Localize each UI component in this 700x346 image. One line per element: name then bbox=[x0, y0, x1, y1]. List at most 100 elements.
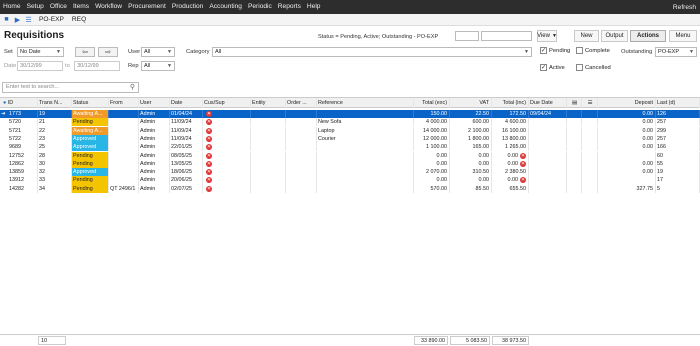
cross-icon: ✕ bbox=[206, 152, 212, 159]
menu-item-procurement[interactable]: Procurement bbox=[125, 0, 169, 14]
row-id: 13912 bbox=[9, 177, 24, 184]
cell-cus: ✕ bbox=[203, 176, 251, 185]
menu-item-items[interactable]: Items bbox=[70, 0, 92, 14]
set-select[interactable]: No Date ▼ bbox=[17, 47, 64, 57]
table-row[interactable]: 13859 32 Approved Admin 18/06/25 ✕ 2 070.00 310… bbox=[0, 168, 700, 177]
list-icon[interactable]: ☰ bbox=[24, 15, 33, 24]
cell-user: Admin bbox=[139, 151, 170, 160]
cell-deposit: 0.00 bbox=[598, 143, 656, 152]
status-summary: Status = Pending, Active; Outstanding - … bbox=[318, 34, 439, 40]
column-header-trans[interactable]: Trans N... bbox=[38, 98, 72, 108]
table-row[interactable]: 9689 25 Approved Admin 22/01/25 ✕ 1 100.00 165.… bbox=[0, 143, 700, 152]
column-header-inc[interactable]: Total (inc) bbox=[492, 98, 529, 108]
row-id: 5720 bbox=[9, 119, 21, 126]
set-label: Set bbox=[4, 49, 13, 55]
column-header-reference[interactable]: Reference bbox=[317, 98, 414, 108]
outstanding-select[interactable]: PO-EXP ▼ bbox=[655, 47, 697, 57]
cell-id: 5720 bbox=[0, 118, 38, 127]
menu-item-help[interactable]: Help bbox=[304, 0, 324, 14]
column-header-attachments[interactable]: ☰ bbox=[582, 98, 598, 108]
menu-item-accounting[interactable]: Accounting bbox=[206, 0, 245, 14]
column-header-from[interactable]: From bbox=[109, 98, 139, 108]
total-inc-value: 16 100.00 bbox=[502, 127, 526, 134]
category-select[interactable]: All ▼ bbox=[212, 47, 532, 57]
cell-reference bbox=[317, 143, 414, 152]
column-header-cus[interactable]: Cus/Sup bbox=[203, 98, 251, 108]
column-header-date[interactable]: Date bbox=[170, 98, 203, 108]
column-header-deposit[interactable]: Deposit bbox=[598, 98, 656, 108]
menu-item-production[interactable]: Production bbox=[169, 0, 207, 14]
previous-period-button[interactable]: ⇦ bbox=[75, 47, 95, 57]
column-header-exc[interactable]: Total (exc) bbox=[414, 98, 450, 108]
table-row[interactable]: 12752 28 Pending Admin 08/05/25 ✕ 0.00 0.00 0.00… bbox=[0, 151, 700, 160]
table-row[interactable]: 5720 21 Pending Admin 11/09/24 ✕ New Sofa 4 000… bbox=[0, 118, 700, 127]
table-row[interactable]: ➜ 1773 19 Awaiting A... Admin 01/04/24 ✕ 150.00… bbox=[0, 110, 700, 119]
cell-due bbox=[529, 151, 567, 160]
table-row[interactable]: 12862 30 Pending Admin 13/05/25 ✕ 0.00 0.00 0.00… bbox=[0, 159, 700, 168]
tab-req[interactable]: REQ bbox=[68, 16, 90, 23]
tab-po-exp[interactable]: PO-EXP bbox=[35, 16, 68, 23]
rep-select[interactable]: All ▼ bbox=[141, 61, 175, 71]
table-row[interactable]: 14282 34 Pending QT 2496/1 Admin 02/07/25 ✕ 570… bbox=[0, 184, 700, 193]
menu-item-reports[interactable]: Reports bbox=[275, 0, 304, 14]
active-checkbox[interactable]: ✓ Active bbox=[540, 64, 565, 71]
status-filter-input-2[interactable] bbox=[481, 31, 532, 41]
total-inc-value: 1 265.00 bbox=[505, 144, 526, 151]
cross-icon: ✕ bbox=[206, 127, 212, 134]
cell-trans: 23 bbox=[38, 134, 72, 144]
table-row[interactable]: 5721 22 Awaiting A... Admin 11/09/24 ✕ Laptop 1… bbox=[0, 126, 700, 135]
home-icon[interactable]: ■ bbox=[2, 15, 11, 24]
cell-from bbox=[109, 151, 139, 160]
cell-from bbox=[109, 176, 139, 185]
column-header-due[interactable]: Due Date bbox=[529, 98, 567, 108]
cell-x1 bbox=[567, 176, 582, 185]
menu-item-office[interactable]: Office bbox=[47, 0, 70, 14]
cell-user: Admin bbox=[139, 143, 170, 152]
status-badge: Pending bbox=[72, 159, 109, 168]
user-select[interactable]: All ▼ bbox=[141, 47, 175, 57]
cell-vat: 85.50 bbox=[450, 184, 492, 193]
table-row[interactable]: 13912 33 Pending Admin 20/06/25 ✕ 0.00 0.00 0.00… bbox=[0, 176, 700, 185]
view-button[interactable]: View ▼ bbox=[537, 30, 557, 42]
search-icon[interactable]: ⚲ bbox=[130, 83, 135, 92]
cell-due bbox=[529, 168, 567, 177]
date-to-input[interactable]: 30/12/99 bbox=[74, 61, 120, 71]
cross-icon: ✕ bbox=[206, 135, 212, 142]
column-header-status[interactable]: Status bbox=[72, 98, 109, 108]
column-header-notes[interactable]: ▤ bbox=[567, 98, 582, 108]
column-header-vat[interactable]: VAT bbox=[450, 98, 492, 108]
menu-button[interactable]: Menu bbox=[669, 30, 697, 42]
pending-checkbox[interactable]: ✓ Pending bbox=[540, 47, 570, 54]
column-header-last[interactable]: Last (d) bbox=[656, 98, 700, 108]
menu-item-periodic[interactable]: Periodic bbox=[245, 0, 275, 14]
cancelled-checkbox[interactable]: Cancelled bbox=[576, 64, 611, 71]
cell-order bbox=[286, 168, 317, 177]
cell-user: Admin bbox=[139, 110, 170, 119]
new-button[interactable]: New bbox=[574, 30, 599, 42]
next-period-button[interactable]: ⇨ bbox=[98, 47, 118, 57]
cell-from bbox=[109, 126, 139, 135]
date-from-input[interactable]: 30/12/99 bbox=[17, 61, 63, 71]
table-row[interactable]: 5722 23 Approved Admin 11/09/24 ✕ Courier 12 00… bbox=[0, 134, 700, 144]
column-header-order[interactable]: Order ... bbox=[286, 98, 317, 108]
search-input[interactable]: Enter text to search... ⚲ bbox=[2, 82, 139, 93]
column-header-id[interactable]: ● ID bbox=[0, 98, 38, 108]
status-filter-input-1[interactable] bbox=[455, 31, 479, 41]
menu-item-workflow[interactable]: Workflow bbox=[92, 0, 125, 14]
date-label: Date bbox=[4, 63, 17, 69]
status-badge: Pending bbox=[72, 184, 109, 193]
cell-x2 bbox=[582, 159, 598, 168]
refresh-button[interactable]: Refresh bbox=[673, 4, 700, 11]
menu-item-home[interactable]: Home bbox=[0, 0, 24, 14]
cell-user: Admin bbox=[139, 168, 170, 177]
complete-checkbox[interactable]: Complete bbox=[576, 47, 610, 54]
column-header-entity[interactable]: Entity bbox=[251, 98, 286, 108]
actions-button[interactable]: Actions bbox=[630, 30, 666, 42]
cell-entity bbox=[251, 176, 286, 185]
play-icon[interactable]: ▶ bbox=[13, 15, 22, 24]
menu-item-setup[interactable]: Setup bbox=[24, 0, 47, 14]
column-header-user[interactable]: User bbox=[139, 98, 170, 108]
output-button[interactable]: Output bbox=[601, 30, 628, 42]
total-inc-value: 172.50 bbox=[509, 111, 527, 117]
cell-vat: 165.00 bbox=[450, 143, 492, 152]
